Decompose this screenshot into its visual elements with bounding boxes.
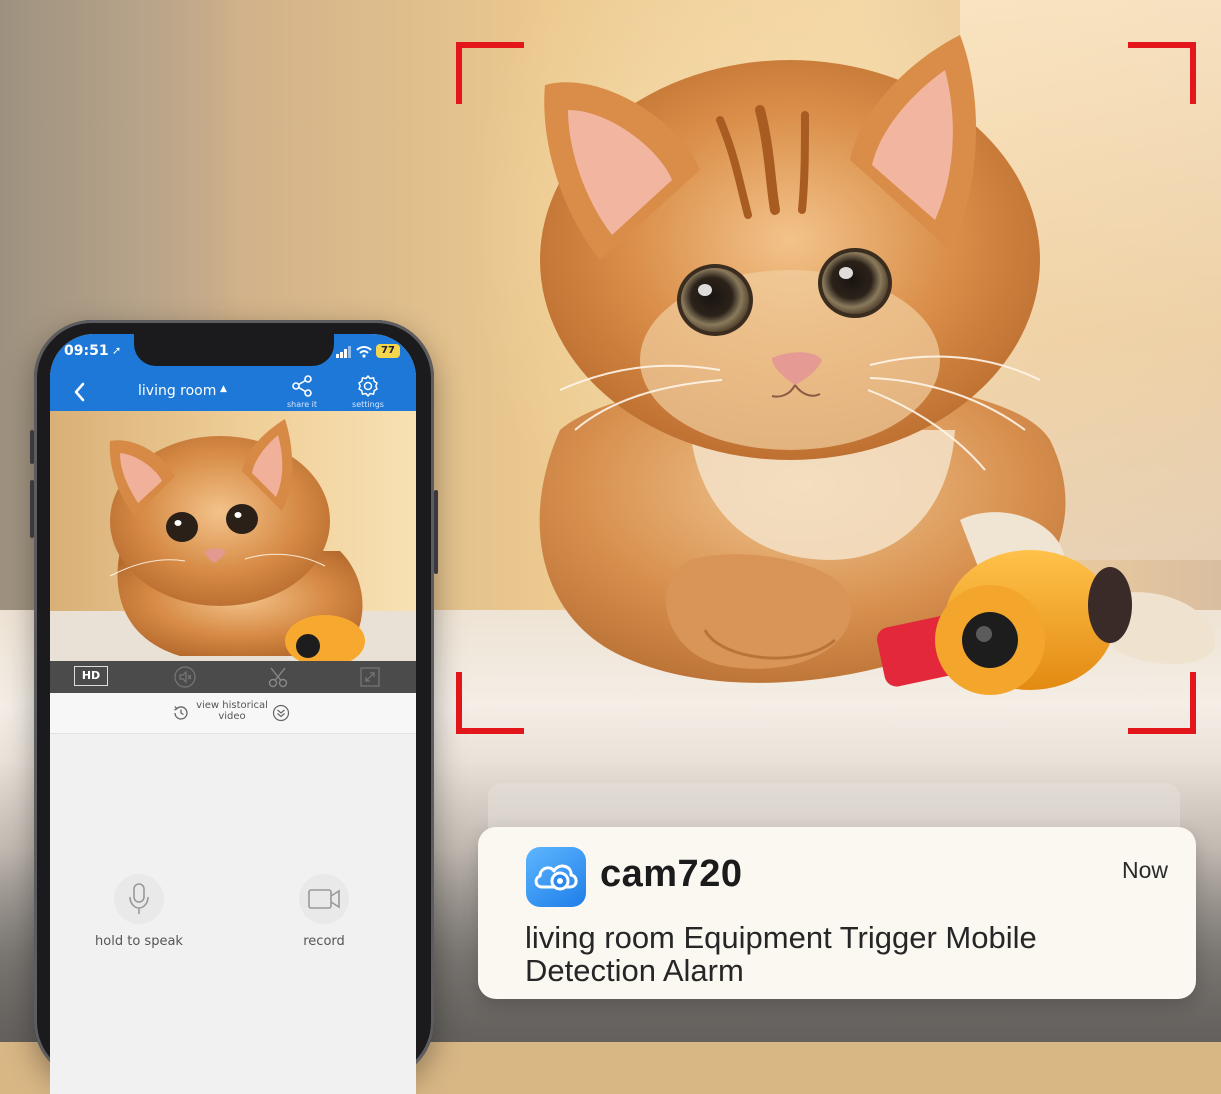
app-header: living room ▲ share it settings [50, 374, 416, 411]
back-arrow-icon[interactable] [70, 380, 90, 404]
speaker-mute-icon[interactable] [173, 665, 197, 689]
phone-screen: 09:51 ➚ 77 living room ▲ share it settin… [50, 334, 416, 1094]
microphone-circle [114, 874, 164, 924]
share-button[interactable]: share it [284, 374, 320, 409]
camera-name-title[interactable]: living room [138, 383, 216, 399]
view-historical-video-label: view historical video [196, 700, 268, 722]
history-clock-icon [174, 706, 188, 720]
location-arrow-icon: ➚ [112, 344, 122, 357]
settings-button[interactable]: settings [346, 374, 390, 409]
notification-time: Now [1121, 857, 1168, 883]
power-button [434, 490, 438, 574]
focus-bracket-top-right [1128, 42, 1196, 104]
status-time: 09:51 [64, 343, 109, 359]
volume-button [30, 480, 34, 538]
notification-app-name: cam720 [600, 853, 743, 895]
control-panel: hold to speak record [50, 734, 416, 1094]
volume-button [30, 430, 34, 464]
focus-bracket-bottom-left [456, 672, 524, 734]
hold-to-speak-label: hold to speak [95, 934, 183, 949]
push-notification[interactable]: cam720 Now living room Equipment Trigger… [478, 827, 1196, 999]
hd-quality-button[interactable]: HD [74, 666, 108, 686]
record-button[interactable]: record [269, 874, 379, 949]
battery-indicator: 77 [376, 344, 400, 358]
scissors-icon[interactable] [266, 665, 290, 689]
gear-icon [358, 375, 378, 397]
app-icon [526, 847, 586, 907]
record-circle [299, 874, 349, 924]
record-label: record [303, 934, 345, 949]
share-label: share it [286, 400, 318, 409]
cloud-camera-icon [534, 864, 578, 891]
status-bar: 09:51 ➚ 77 [50, 334, 416, 378]
fullscreen-icon[interactable] [358, 665, 382, 689]
hold-to-speak-button[interactable]: hold to speak [84, 874, 194, 949]
caret-up-icon[interactable]: ▲ [220, 384, 227, 394]
focus-bracket-top-left [456, 42, 524, 104]
share-icon [292, 375, 312, 397]
cellular-signal-icon [336, 346, 351, 358]
phone-notch [134, 334, 334, 366]
settings-label: settings [352, 400, 384, 409]
focus-bracket-bottom-right [1128, 672, 1196, 734]
kitten-video-frame [50, 419, 416, 661]
chevron-down-circle-icon[interactable] [272, 704, 290, 722]
wifi-icon [356, 346, 372, 358]
view-historical-video-bar[interactable]: view historical video [50, 693, 416, 734]
live-video-feed[interactable] [50, 411, 416, 661]
smartphone: 09:51 ➚ 77 living room ▲ share it settin… [30, 320, 438, 1094]
video-camera-icon [308, 889, 340, 909]
video-toolbar: HD [50, 661, 416, 693]
notification-message: living room Equipment Trigger Mobile Det… [525, 920, 1037, 988]
microphone-icon [129, 883, 149, 914]
